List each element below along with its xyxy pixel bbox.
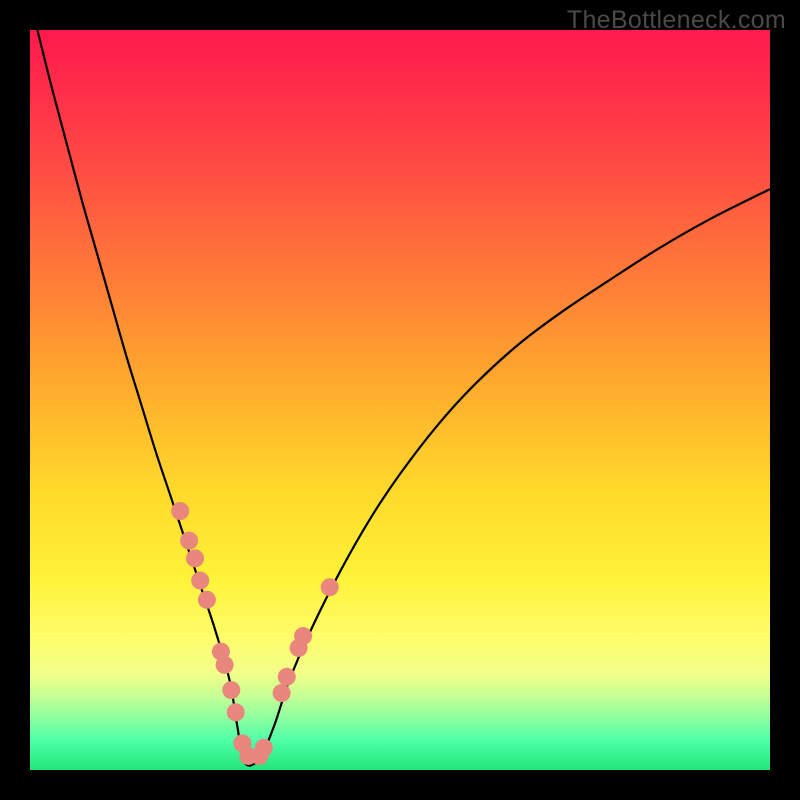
- marker-point: [216, 656, 234, 674]
- marker-point: [191, 572, 209, 590]
- marker-point: [186, 549, 204, 567]
- marker-point: [180, 532, 198, 550]
- marker-point: [278, 668, 296, 686]
- marker-point: [227, 703, 245, 721]
- chart-svg: [30, 30, 770, 770]
- chart-frame: TheBottleneck.com: [0, 0, 800, 800]
- marker-point: [255, 739, 273, 757]
- highlight-markers: [171, 502, 338, 765]
- marker-point: [222, 681, 240, 699]
- marker-point: [321, 578, 339, 596]
- marker-point: [198, 591, 216, 609]
- plot-area: [30, 30, 770, 770]
- marker-point: [294, 627, 312, 645]
- marker-point: [273, 684, 291, 702]
- marker-point: [171, 502, 189, 520]
- bottleneck-curve-path: [37, 30, 770, 765]
